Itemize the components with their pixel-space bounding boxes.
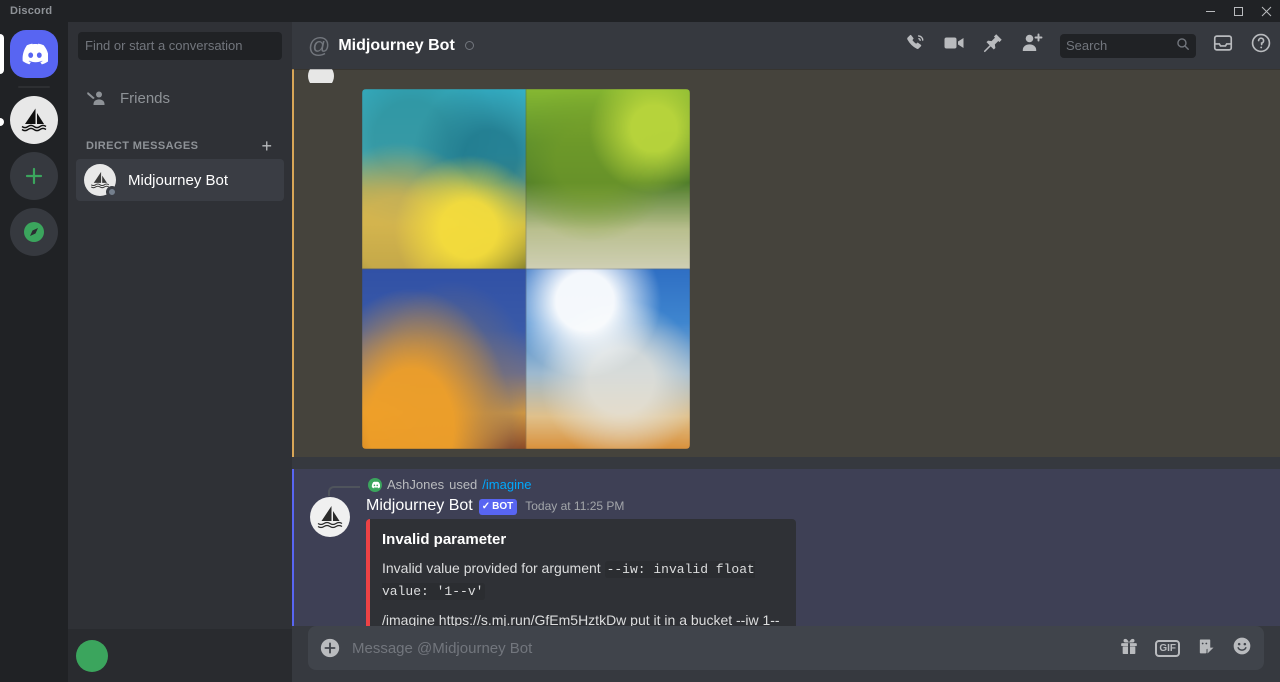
message-header-clipped (294, 69, 1280, 83)
sticker-icon[interactable] (1196, 636, 1216, 661)
compass-icon (24, 222, 44, 242)
friends-icon (84, 86, 108, 110)
attach-file-button[interactable] (308, 626, 352, 670)
message-author[interactable]: Midjourney Bot (366, 497, 473, 515)
avatar (308, 69, 334, 83)
status-badge (464, 41, 474, 50)
avatar (84, 164, 118, 198)
sailboat-icon (21, 108, 47, 132)
message-header: Midjourney Bot ✓ BOT Today at 11:25 PM (366, 497, 1280, 515)
video-call-icon[interactable] (942, 31, 966, 60)
message-ephemeral-error: AshJones used /imagine Midjourney Bot ✓ … (292, 469, 1280, 626)
message-timestamp: Today at 11:25 PM (525, 499, 625, 513)
direct-messages-title: DIRECT MESSAGES (86, 140, 199, 152)
message-list[interactable]: AshJones used /imagine Midjourney Bot ✓ … (292, 69, 1280, 626)
message-input[interactable]: Message @Midjourney Bot (352, 640, 1119, 657)
maximize-button[interactable] (1224, 0, 1252, 22)
search-icon (1176, 37, 1190, 54)
header-tools: Search (904, 31, 1272, 60)
create-dm-button[interactable]: + (261, 137, 276, 155)
plus-icon (25, 167, 43, 185)
add-server-button[interactable] (10, 152, 58, 200)
close-button[interactable] (1252, 0, 1280, 22)
conversation-search-input[interactable]: Find or start a conversation (78, 31, 282, 60)
image-grid-wrap (294, 83, 1280, 449)
composer-wrap: Message @Midjourney Bot GIF (292, 626, 1280, 682)
bot-badge: ✓ BOT (478, 499, 518, 515)
composer-tools: GIF (1119, 636, 1252, 661)
discord-logo-icon (22, 43, 48, 65)
message-body: Midjourney Bot ✓ BOT Today at 11:25 PM I… (294, 495, 1280, 626)
embed-description-line-1: Invalid value provided for argument --iw… (382, 558, 780, 602)
upscale-tile-2[interactable] (526, 89, 690, 269)
upscale-tile-4[interactable] (526, 269, 690, 449)
help-icon[interactable] (1250, 32, 1272, 59)
direct-messages-header: DIRECT MESSAGES + (76, 119, 284, 159)
command-reference-text: AshJones used /imagine (368, 477, 531, 492)
status-badge (106, 186, 118, 198)
avatar[interactable] (310, 497, 350, 537)
bot-badge-label: BOT (492, 501, 514, 512)
minimize-button[interactable] (1196, 0, 1224, 22)
chat-main: @ Midjourney Bot Search AshJones used /i… (292, 22, 1280, 682)
command-reference: AshJones used /imagine (294, 477, 1280, 496)
image-grid[interactable] (362, 89, 690, 449)
sidebar-item-midjourney[interactable] (10, 96, 58, 144)
sidebar-item-friends[interactable]: Friends (76, 77, 284, 119)
chat-header: @ Midjourney Bot Search (292, 22, 1280, 69)
verified-check-icon: ✓ (481, 501, 491, 512)
inbox-icon[interactable] (1212, 32, 1234, 59)
sailboat-icon (317, 506, 343, 529)
embed-description-line-2: /imagine https://s.mj.run/GfEm5HztkDw pu… (382, 612, 780, 626)
dm-list: Friends DIRECT MESSAGES + Midjourney Bot (68, 69, 292, 629)
active-indicator-home (0, 34, 4, 74)
search-input[interactable]: Search (1060, 33, 1196, 58)
rail-divider (18, 86, 50, 88)
command-username: AshJones (387, 477, 445, 492)
add-friend-icon[interactable] (1020, 31, 1044, 60)
message-content-column: Midjourney Bot ✓ BOT Today at 11:25 PM I… (366, 497, 1280, 626)
at-icon: @ (308, 32, 331, 58)
friends-label: Friends (120, 89, 171, 107)
window-controls (1196, 0, 1280, 22)
pin-icon[interactable] (982, 32, 1004, 59)
sidebar-item-midjourney-bot[interactable]: Midjourney Bot (76, 159, 284, 201)
message-composer[interactable]: Message @Midjourney Bot GIF (308, 626, 1264, 670)
command-user-avatar (368, 477, 382, 492)
message-image-grid (292, 69, 1280, 457)
voice-call-icon[interactable] (904, 32, 926, 59)
unread-indicator-midjourney (0, 118, 4, 126)
emoji-icon[interactable] (1232, 636, 1252, 661)
reply-connector (328, 486, 360, 496)
dm-sidebar: Find or start a conversation Friends DIR… (68, 22, 292, 682)
current-user-panel[interactable] (68, 629, 292, 682)
explore-servers-button[interactable] (10, 208, 58, 256)
command-used-label: used (449, 477, 478, 492)
upscale-tile-1[interactable] (362, 89, 526, 269)
embed-description-prefix: Invalid value provided for argument (382, 560, 605, 576)
sidebar-item-home[interactable] (10, 30, 58, 78)
embed-title: Invalid parameter (382, 531, 507, 548)
upscale-tile-3[interactable] (362, 269, 526, 449)
title-bar: Discord (0, 0, 1280, 22)
search-placeholder: Search (1066, 38, 1108, 53)
current-user-avatar[interactable] (76, 639, 108, 672)
chat-title: @ Midjourney Bot (308, 32, 474, 58)
app-brand-label: Discord (10, 5, 53, 17)
sidebar-item-label: Midjourney Bot (128, 171, 229, 189)
gift-icon[interactable] (1119, 636, 1139, 661)
page-title: Midjourney Bot (338, 36, 455, 54)
conversation-search-wrap: Find or start a conversation (68, 22, 292, 69)
error-embed: Invalid parameter Invalid value provided… (366, 519, 796, 626)
command-name-link[interactable]: /imagine (482, 477, 531, 492)
app-body: Find or start a conversation Friends DIR… (0, 22, 1280, 682)
discord-window: Discord Find or start a conversation Fri… (0, 0, 1280, 682)
server-rail (0, 22, 68, 682)
gif-icon[interactable]: GIF (1155, 639, 1180, 657)
